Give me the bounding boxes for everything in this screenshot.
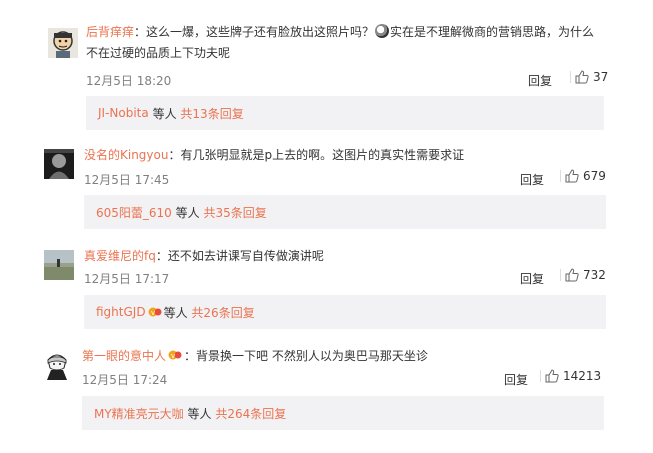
comment-username[interactable]: 真爱维尼的fq (84, 249, 156, 263)
like-count: 37 (593, 70, 609, 84)
comment-item: 真爱维尼的fq：还不如去讲课写自传做演讲呢 12月5日 17:17 回复 732… (30, 238, 630, 336)
comment-text-line2: 不在过硬的品质上下功夫呢 (86, 46, 231, 60)
reply-summary[interactable]: JI-Nobita 等人 共13条回复 (86, 96, 604, 130)
reply-summary[interactable]: fightGJD v 等人 共26条回复 (84, 295, 606, 329)
thumbs-up-icon (545, 369, 559, 383)
reply-count-link[interactable]: 共264条回复 (215, 405, 286, 422)
like-count: 732 (583, 268, 606, 282)
like-button[interactable]: 37 (570, 70, 608, 84)
comment-item: 第一眼的意中人 v ：背景换一下吧 不然别人以为奥巴马那天坐诊 12月5日 17:2… (30, 340, 630, 440)
comment-date: 12月5日 17:45 (84, 173, 170, 187)
reply-count-link[interactable]: 共26条回复 (191, 304, 254, 321)
comment-text: 真爱维尼的fq：还不如去讲课写自传做演讲呢 (84, 249, 324, 263)
comment-text: 没名的Kingyou：有几张明显就是p上去的啊。这图片的真实性需要求证 (84, 148, 465, 162)
comment-username[interactable]: 第一眼的意中人 (82, 349, 166, 363)
reply-username[interactable]: 605阳蕾_610 (96, 204, 172, 221)
comment-text: 第一眼的意中人 v ：背景换一下吧 不然别人以为奥巴马那天坐诊 (82, 349, 428, 363)
like-button[interactable]: 14213 (540, 369, 601, 383)
divider (540, 370, 541, 382)
like-button[interactable]: 679 (560, 169, 606, 183)
reply-summary[interactable]: 605阳蕾_610 等人 共35条回复 (84, 195, 606, 229)
reply-username[interactable]: fightGJD (96, 305, 146, 319)
like-count: 679 (583, 169, 606, 183)
like-count: 14213 (563, 369, 602, 383)
comment-item: 后背痒痒：这么一爆，这些牌子还有脸放出这照片吗？ 实在是不理解微商的营销思路，为什… (30, 12, 630, 134)
comment-date: 12月5日 18:20 (86, 74, 172, 88)
avatar[interactable] (44, 250, 74, 280)
emoji-icon (375, 24, 390, 38)
reply-button[interactable]: 回复 (520, 171, 544, 188)
reply-username[interactable]: MY精准亮元大咖 (94, 405, 184, 422)
reply-button[interactable]: 回复 (528, 72, 552, 89)
comment-text: 后背痒痒：这么一爆，这些牌子还有脸放出这照片吗？ 实在是不理解微商的营销思路，为什… (86, 24, 595, 39)
divider (560, 170, 561, 182)
thumbs-up-icon (565, 169, 579, 183)
avatar[interactable] (42, 350, 72, 380)
comment-username[interactable]: 后背痒痒 (86, 25, 134, 39)
comment-username[interactable]: 没名的Kingyou (84, 148, 168, 162)
divider (570, 71, 571, 83)
vip-badge-icon: v (148, 307, 162, 317)
thumbs-up-icon (565, 268, 579, 282)
comment-item: 没名的Kingyou：有几张明显就是p上去的啊。这图片的真实性需要求证 12月5… (30, 137, 630, 235)
like-button[interactable]: 732 (560, 268, 606, 282)
divider (560, 269, 561, 281)
comment-date: 12月5日 17:24 (82, 373, 168, 387)
avatar[interactable] (48, 28, 78, 58)
avatar[interactable] (44, 149, 74, 179)
reply-username[interactable]: JI-Nobita (98, 106, 149, 120)
thumbs-up-icon (575, 70, 589, 84)
reply-summary[interactable]: MY精准亮元大咖 等人 共264条回复 (82, 396, 604, 430)
reply-count-link[interactable]: 共13条回复 (180, 105, 243, 122)
reply-button[interactable]: 回复 (504, 371, 528, 388)
svg-text:v: v (151, 309, 155, 317)
reply-button[interactable]: 回复 (520, 270, 544, 287)
reply-count-link[interactable]: 共35条回复 (203, 204, 266, 221)
comment-date: 12月5日 17:17 (84, 272, 170, 286)
svg-text:v: v (171, 352, 175, 360)
vip-badge-icon: v (168, 350, 182, 360)
